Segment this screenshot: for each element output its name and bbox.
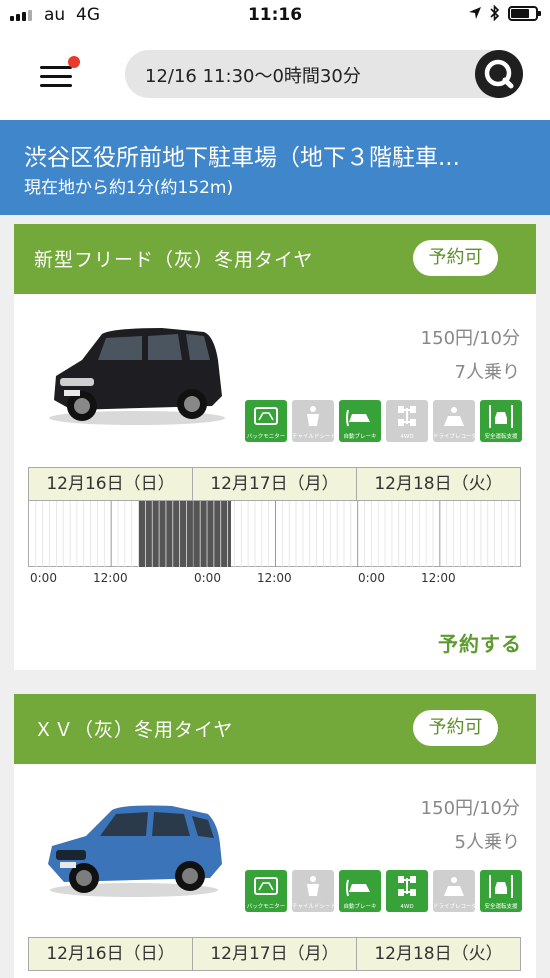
- feature-back-monitor-icon: バックモニター: [245, 400, 287, 442]
- auto-brake-icon: [346, 409, 370, 427]
- feature-label: バックモニター: [246, 903, 286, 910]
- feature-four-wd-icon: 4WD: [386, 870, 428, 912]
- feature-label: 自動ブレーキ: [343, 903, 377, 910]
- feature-label: ドライブレコーダー: [433, 433, 475, 440]
- calendar-day: 12月16日（日）: [29, 468, 193, 500]
- car-price: 150円/10分: [420, 798, 520, 819]
- search-datetime[interactable]: 12/16 11:30〜0時間30分: [145, 62, 361, 88]
- feature-safe-driving-icon: 安全運転支援: [480, 870, 522, 912]
- search-icon: [484, 59, 514, 89]
- feature-label: 安全運転支援: [484, 903, 518, 910]
- parking-banner[interactable]: 渋谷区役所前地下駐車場（地下３階駐車... 現在地から約1分(約152m): [0, 120, 550, 215]
- calendar-time-labels: 0:00 12:00 0:00 12:00 0:00 12:00: [28, 571, 521, 587]
- feature-drive-recorder-icon: ドライブレコーダー: [433, 870, 475, 912]
- back-monitor-icon: [254, 407, 278, 425]
- calendar-day-headers: 12月16日（日） 12月17日（月） 12月18日（火）: [28, 467, 521, 501]
- time-label: 0:00: [358, 571, 385, 585]
- car-card-header: 新型フリード（灰）冬用タイヤ 予約可: [14, 224, 536, 294]
- four-wd-icon: [398, 406, 416, 426]
- feature-child-seat-icon: チャイルドシート: [292, 400, 334, 442]
- feature-back-monitor-icon: バックモニター: [245, 870, 287, 912]
- feature-icons: バックモニターチャイルドシート 自動ブレーキ 4WD ドライブレコーダー 安全運転支援: [245, 870, 522, 912]
- calendar-day-headers: 12月16日（日） 12月17日（月） 12月18日（火）: [28, 937, 521, 971]
- four-wd-icon: [398, 876, 416, 896]
- calendar-day: 12月18日（火）: [374, 944, 503, 964]
- app-header: 12/16 11:30〜0時間30分: [0, 30, 550, 120]
- time-label: 12:00: [93, 571, 128, 585]
- auto-brake-icon: [346, 879, 370, 897]
- calendar-day: 12月17日（月）: [193, 468, 357, 500]
- feature-label: 4WD: [400, 433, 414, 440]
- car-price: 150円/10分: [420, 328, 520, 349]
- parking-distance: 現在地から約1分(約152m): [24, 178, 234, 198]
- feature-label: 安全運転支援: [484, 433, 518, 440]
- back-monitor-icon: [254, 877, 278, 895]
- calendar-day: 12月18日（火）: [374, 474, 503, 494]
- bluetooth-icon: [490, 5, 500, 21]
- feature-label: チャイルドシート: [292, 903, 334, 910]
- time-label: 0:00: [194, 571, 221, 585]
- time-label: 0:00: [30, 571, 57, 585]
- notification-dot-icon: [68, 56, 80, 68]
- child-seat-icon: [307, 876, 319, 896]
- feature-auto-brake-icon: 自動ブレーキ: [339, 870, 381, 912]
- car-card-header: ＸＶ（灰）冬用タイヤ 予約可: [14, 694, 536, 764]
- car-title: ＸＶ（灰）冬用タイヤ: [34, 719, 234, 741]
- feature-label: チャイルドシート: [292, 433, 334, 440]
- car-card: ＸＶ（灰）冬用タイヤ 予約可 150円/10分 5人乗り バックモニター チャイル…: [14, 694, 536, 978]
- feature-label: バックモニター: [246, 433, 286, 440]
- reserve-button[interactable]: 予約する: [438, 628, 522, 657]
- car-seats: 7人乗り: [454, 362, 520, 383]
- feature-label: 4WD: [400, 903, 414, 910]
- availability-badge: 予約可: [413, 710, 498, 746]
- battery-icon: [508, 5, 541, 21]
- safe-driving-icon: [489, 875, 513, 898]
- car-seats: 5人乗り: [454, 832, 520, 853]
- time-label: 12:00: [257, 571, 292, 585]
- drive-recorder-icon: [444, 877, 464, 896]
- calendar-slots: [35, 501, 516, 567]
- parking-name: 渋谷区役所前地下駐車場（地下３階駐車...: [24, 145, 460, 171]
- feature-child-seat-icon: チャイルドシート: [292, 870, 334, 912]
- menu-button[interactable]: [40, 56, 80, 88]
- car-title: 新型フリード（灰）冬用タイヤ: [34, 249, 314, 271]
- calendar-day: 12月17日（月）: [193, 938, 357, 970]
- calendar-day: 12月16日（日）: [29, 938, 193, 970]
- time-label: 12:00: [421, 571, 456, 585]
- feature-label: ドライブレコーダー: [433, 903, 475, 910]
- search-button[interactable]: [475, 50, 523, 98]
- child-seat-icon: [307, 406, 319, 426]
- availability-badge: 予約可: [413, 240, 498, 276]
- location-arrow-icon: [469, 7, 481, 19]
- feature-four-wd-icon: 4WD: [386, 400, 428, 442]
- status-bar: au 4G 11:16: [0, 0, 550, 30]
- feature-safe-driving-icon: 安全運転支援: [480, 400, 522, 442]
- car-image: [49, 328, 225, 425]
- feature-label: 自動ブレーキ: [343, 433, 377, 440]
- feature-drive-recorder-icon: ドライブレコーダー: [433, 400, 475, 442]
- feature-auto-brake-icon: 自動ブレーキ: [339, 400, 381, 442]
- search-bar[interactable]: 12/16 11:30〜0時間30分: [125, 50, 523, 98]
- car-card: 新型フリード（灰）冬用タイヤ 予約可 150円/10分 7人乗り バックモニター…: [14, 224, 536, 670]
- feature-icons: バックモニターチャイルドシート 自動ブレーキ 4WD ドライブレコーダー 安全運転支援: [245, 400, 522, 442]
- safe-driving-icon: [489, 405, 513, 428]
- car-image: [48, 805, 222, 897]
- calendar-grid[interactable]: [28, 501, 521, 567]
- drive-recorder-icon: [444, 407, 464, 426]
